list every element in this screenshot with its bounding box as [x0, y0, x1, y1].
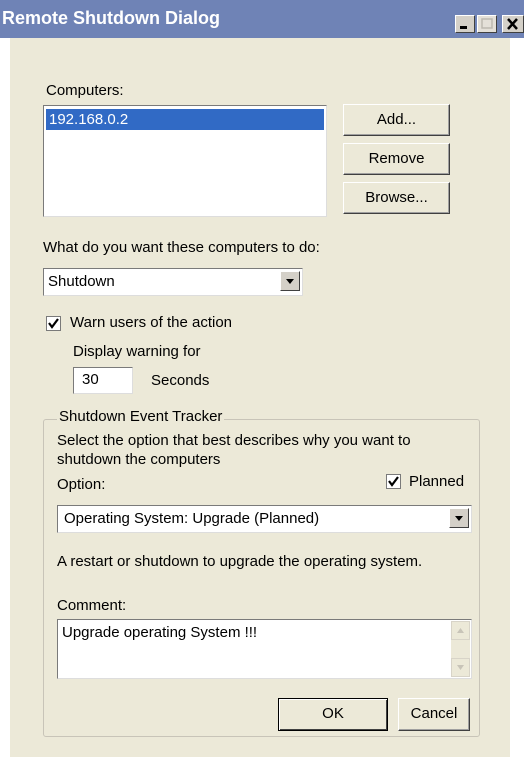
minimize-icon[interactable]	[455, 15, 475, 33]
option-label: Option:	[57, 476, 106, 493]
option-value: Operating System: Upgrade (Planned)	[64, 510, 320, 527]
action-value: Shutdown	[48, 273, 115, 290]
warn-label: Warn users of the action	[70, 314, 233, 331]
cancel-button[interactable]: Cancel	[398, 698, 470, 731]
chevron-down-icon[interactable]	[449, 508, 469, 528]
close-icon[interactable]	[502, 15, 524, 33]
event-tracker-title: Shutdown Event Tracker	[57, 408, 225, 425]
warn-checkbox[interactable]	[46, 316, 61, 331]
display-warning-label: Display warning for	[73, 343, 201, 360]
comment-scrollbar[interactable]	[451, 621, 470, 677]
planned-checkbox[interactable]	[386, 474, 401, 489]
comment-value: Upgrade operating System !!!	[62, 624, 258, 641]
window-title: Remote Shutdown Dialog	[2, 8, 220, 28]
browse-button[interactable]: Browse...	[343, 182, 450, 214]
add-button[interactable]: Add...	[343, 104, 450, 136]
seconds-value: 30	[82, 371, 99, 388]
computers-label: Computers:	[46, 82, 124, 99]
computers-list[interactable]: 192.168.0.2	[43, 105, 327, 217]
action-label: What do you want these computers to do:	[43, 239, 320, 256]
action-select[interactable]: Shutdown	[43, 268, 303, 296]
scroll-down-icon[interactable]	[451, 658, 470, 677]
tracker-description: Select the option that best describes wh…	[57, 432, 411, 468]
title-bar[interactable]: Remote Shutdown Dialog	[0, 0, 524, 38]
seconds-unit: Seconds	[151, 372, 210, 389]
chevron-down-icon[interactable]	[280, 271, 300, 291]
remote-shutdown-dialog: Remote Shutdown Dialog Computers: 192.16…	[0, 0, 524, 757]
ok-button[interactable]: OK	[278, 698, 388, 731]
comment-textarea[interactable]: Upgrade operating System !!!	[57, 619, 472, 679]
seconds-input[interactable]: 30	[73, 367, 133, 394]
scroll-up-icon[interactable]	[451, 621, 470, 640]
list-item[interactable]: 192.168.0.2	[46, 109, 324, 130]
remove-button[interactable]: Remove	[343, 143, 450, 175]
maximize-icon[interactable]	[477, 15, 497, 33]
planned-label: Planned	[409, 473, 465, 490]
comment-label: Comment:	[57, 597, 127, 614]
option-select[interactable]: Operating System: Upgrade (Planned)	[57, 505, 472, 533]
option-description: A restart or shutdown to upgrade the ope…	[57, 553, 423, 570]
